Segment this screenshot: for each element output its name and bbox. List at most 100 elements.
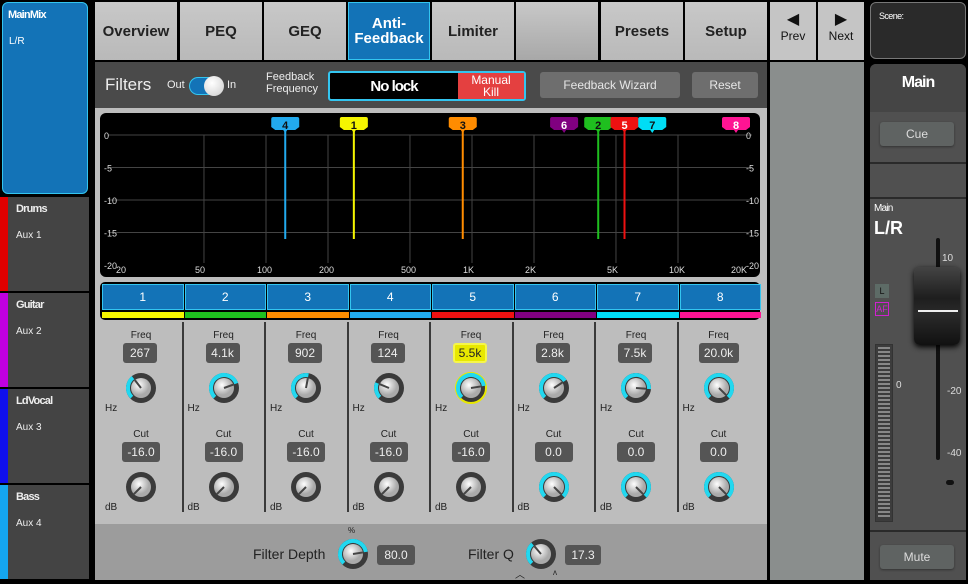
scale-minus20: -20	[947, 386, 962, 397]
filter-depth-unit: %	[348, 526, 356, 535]
mute-button[interactable]: Mute	[880, 545, 954, 569]
fader-handle[interactable]	[914, 267, 960, 345]
freq-knob[interactable]	[618, 370, 654, 406]
filter-select-button[interactable]: 1	[102, 284, 184, 310]
reset-button[interactable]: Reset	[692, 72, 758, 98]
filter-q-knob[interactable]	[523, 536, 559, 572]
filter-select-button[interactable]: 3	[267, 284, 349, 310]
level-meter	[875, 344, 893, 522]
next-button[interactable]: ▶ Next	[818, 2, 864, 60]
db-unit-label: dB	[682, 502, 695, 513]
cut-label: Cut	[133, 429, 149, 440]
x-tick-label: 2K	[525, 265, 536, 275]
freq-knob[interactable]	[206, 370, 242, 406]
filter-select-bar: 12345678	[100, 282, 761, 320]
y-tick-label-right: -10	[746, 196, 759, 206]
tab-setup[interactable]: Setup	[685, 2, 767, 60]
freq-value[interactable]: 7.5k	[618, 343, 652, 363]
freq-value[interactable]: 124	[370, 343, 405, 363]
cut-knob[interactable]	[618, 469, 654, 505]
cut-knob[interactable]	[536, 469, 572, 505]
cut-value[interactable]: -16.0	[287, 442, 325, 462]
cut-value[interactable]: -16.0	[452, 442, 490, 462]
aux-mix-button[interactable]: LdVocal Aux 3	[0, 389, 89, 483]
cue-button[interactable]: Cue	[880, 122, 954, 146]
freq-knob[interactable]	[701, 370, 737, 406]
mix-main-button[interactable]: MainMix L/R	[2, 2, 88, 194]
freq-value[interactable]: 902	[288, 343, 322, 363]
tab-geq[interactable]: GEQ	[264, 2, 346, 60]
freq-value[interactable]: 20.0k	[698, 343, 739, 363]
aux-mix-button[interactable]: Bass Aux 4	[0, 485, 89, 579]
filter-select-button[interactable]: 2	[184, 284, 266, 310]
cut-knob[interactable]	[288, 469, 324, 505]
cut-value[interactable]: 0.0	[699, 442, 738, 462]
aux-mix-button[interactable]: Guitar Aux 2	[0, 293, 89, 387]
freq-knob[interactable]	[536, 370, 572, 406]
aux-sub: Aux 4	[16, 518, 42, 529]
cut-knob[interactable]	[701, 469, 737, 505]
cut-value[interactable]: 0.0	[617, 442, 655, 462]
next-arrow-icon: ▶	[834, 11, 848, 28]
y-tick-label-left: -10	[104, 196, 117, 206]
tab-limiter[interactable]: Limiter	[432, 2, 514, 60]
filter-depth-label: Filter Depth	[253, 546, 326, 562]
filter-marker-label: 4	[282, 120, 289, 132]
cut-label: Cut	[298, 429, 314, 440]
tab-peq[interactable]: PEQ	[180, 2, 262, 60]
column-divider	[181, 322, 184, 512]
filter-color-strip	[267, 312, 349, 318]
freq-knob[interactable]	[288, 370, 324, 406]
y-tick-label-left: -15	[104, 229, 117, 239]
filter-q-value[interactable]: 17.3	[565, 545, 601, 565]
x-tick-label: 100	[257, 265, 272, 275]
filter-marker-label: 3	[460, 120, 466, 132]
freq-label: Freq	[543, 330, 564, 341]
tab-blank[interactable]	[516, 2, 598, 60]
scene-label: Scene:	[879, 11, 904, 21]
aux-mix-button[interactable]: Drums Aux 1	[0, 197, 89, 291]
freq-knob[interactable]	[123, 370, 159, 406]
bottom-controls: Filter Depth % 80.0 Filter Q ︿ ʌ 17.3	[95, 524, 767, 581]
scene-box[interactable]: Scene:	[870, 2, 966, 59]
cut-knob[interactable]	[371, 469, 407, 505]
filter-select-button[interactable]: 4	[349, 284, 431, 310]
x-tick-label: 1K	[463, 265, 474, 275]
feedback-wizard-button[interactable]: Feedback Wizard	[540, 72, 680, 98]
cut-knob[interactable]	[123, 469, 159, 505]
filter-depth-knob[interactable]	[335, 536, 371, 572]
tab-presets[interactable]: Presets	[601, 2, 683, 60]
cut-value[interactable]: -16.0	[204, 442, 243, 462]
cut-knob[interactable]	[206, 469, 242, 505]
filter-select-button[interactable]: 7	[597, 284, 679, 310]
manual-kill-button[interactable]: Manual Kill	[458, 73, 524, 99]
tab-overview[interactable]: Overview	[95, 2, 177, 60]
cut-knob[interactable]	[453, 469, 489, 505]
filter-marker-label: 2	[595, 120, 601, 132]
filter-select-button[interactable]: 6	[514, 284, 596, 310]
freq-knob[interactable]	[371, 370, 407, 406]
filter-depth-value[interactable]: 80.0	[377, 545, 415, 565]
tab-antifeedback[interactable]: Anti- Feedback	[348, 2, 430, 60]
filter-marker-label: 7	[649, 120, 655, 132]
cut-value[interactable]: 0.0	[534, 442, 573, 462]
filter-select-button[interactable]: 8	[679, 284, 761, 310]
freq-value[interactable]: 5.5k	[453, 343, 487, 363]
freq-knob[interactable]	[453, 370, 489, 406]
aux-sub: Aux 1	[16, 230, 42, 241]
filters-toggle[interactable]	[189, 76, 224, 96]
freq-value[interactable]: 4.1k	[205, 343, 240, 363]
prev-button[interactable]: ◀ Prev	[770, 2, 816, 60]
cut-value[interactable]: -16.0	[122, 442, 160, 462]
aux-sub: Aux 3	[16, 422, 42, 433]
filter-select-button[interactable]: 5	[432, 284, 514, 310]
y-tick-label-right: -20	[746, 261, 759, 271]
freq-value[interactable]: 2.8k	[535, 343, 570, 363]
aux-name: Bass	[16, 491, 40, 503]
freq-value[interactable]: 267	[123, 343, 157, 363]
cut-value[interactable]: -16.0	[369, 442, 408, 462]
filter-color-strip	[514, 312, 596, 318]
feedback-graph[interactable]: 0 0 -5 -5 -10 -10 -15 -15 -20 -20 20 50 100 200 500 1K 2…	[100, 113, 760, 277]
mix-name: MainMix	[8, 9, 47, 21]
freq-label: Freq	[295, 330, 317, 341]
